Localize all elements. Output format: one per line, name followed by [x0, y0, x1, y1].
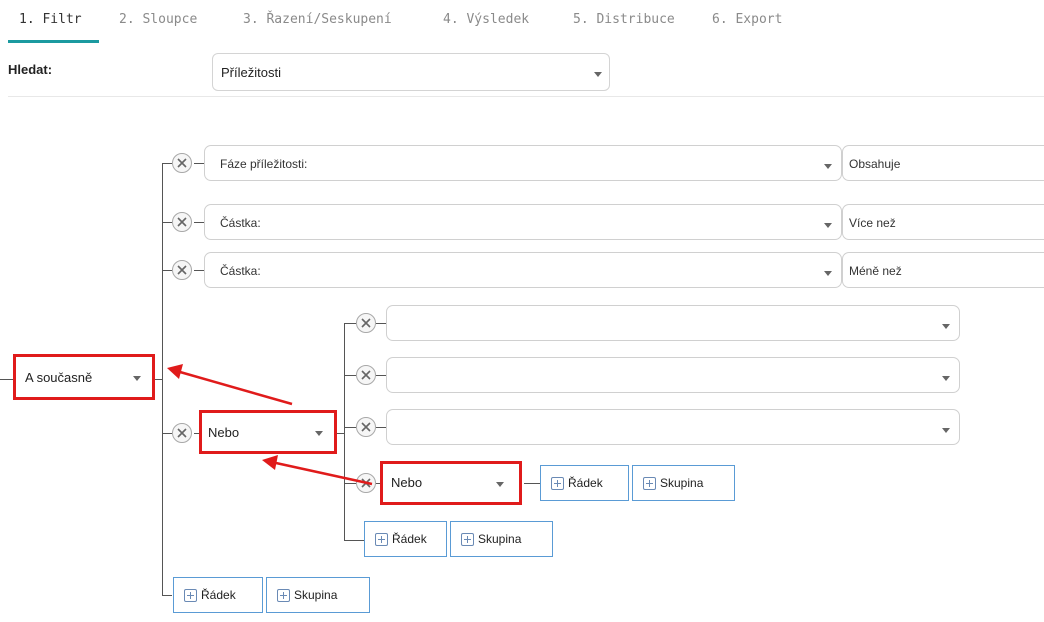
- arrow-head-icon: [262, 455, 278, 470]
- annotation-arrow: [179, 370, 293, 406]
- arrow-head-icon: [167, 364, 183, 379]
- annotation-arrow: [275, 461, 373, 486]
- annotation-arrows: [167, 364, 373, 486]
